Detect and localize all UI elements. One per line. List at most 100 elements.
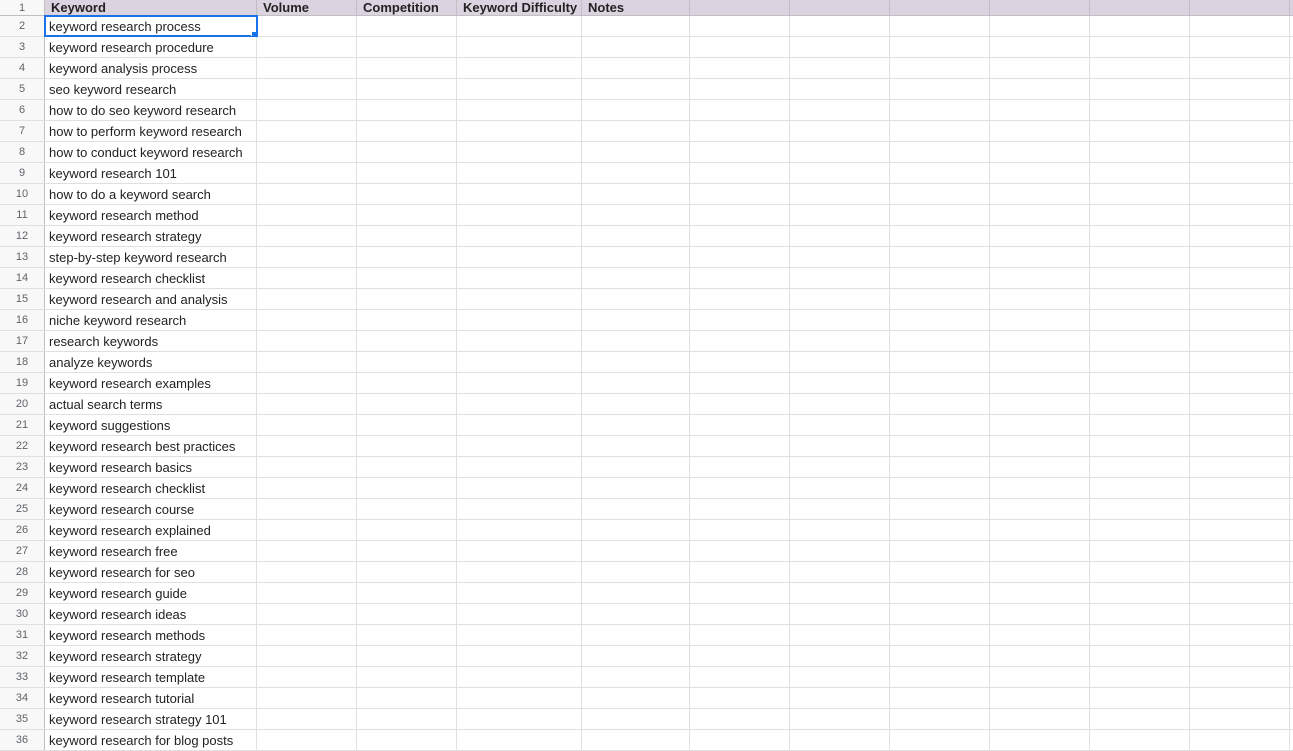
cell-empty[interactable] bbox=[457, 37, 582, 57]
cell-empty[interactable] bbox=[457, 520, 582, 540]
cell-empty[interactable] bbox=[690, 268, 790, 288]
cell-empty[interactable] bbox=[890, 352, 990, 372]
cell-empty[interactable] bbox=[890, 604, 990, 624]
cell-empty[interactable] bbox=[890, 562, 990, 582]
row-number[interactable]: 8 bbox=[0, 142, 45, 162]
cell-empty[interactable] bbox=[690, 205, 790, 225]
cell-empty[interactable] bbox=[1090, 268, 1190, 288]
cell-empty[interactable] bbox=[1090, 373, 1190, 393]
cell-empty[interactable] bbox=[990, 646, 1090, 666]
cell-empty[interactable] bbox=[890, 394, 990, 414]
cell-empty[interactable] bbox=[990, 562, 1090, 582]
cell-empty[interactable] bbox=[890, 184, 990, 204]
cell-empty[interactable] bbox=[990, 457, 1090, 477]
cell-empty[interactable] bbox=[990, 625, 1090, 645]
cell-empty[interactable] bbox=[690, 184, 790, 204]
cell-empty[interactable] bbox=[357, 100, 457, 120]
cell-empty[interactable] bbox=[457, 667, 582, 687]
row-header-1[interactable]: 1 bbox=[0, 0, 45, 15]
cell-empty[interactable] bbox=[890, 100, 990, 120]
cell-empty[interactable] bbox=[257, 142, 357, 162]
cell-empty[interactable] bbox=[1090, 646, 1190, 666]
cell-keyword[interactable]: keyword research tutorial bbox=[45, 688, 257, 708]
cell-empty[interactable] bbox=[890, 121, 990, 141]
row-number[interactable]: 28 bbox=[0, 562, 45, 582]
col-header-empty[interactable] bbox=[690, 0, 790, 15]
cell-empty[interactable] bbox=[890, 58, 990, 78]
cell-empty[interactable] bbox=[890, 415, 990, 435]
cell-empty[interactable] bbox=[1190, 268, 1290, 288]
cell-empty[interactable] bbox=[457, 457, 582, 477]
cell-empty[interactable] bbox=[582, 478, 690, 498]
cell-empty[interactable] bbox=[1090, 499, 1190, 519]
cell-empty[interactable] bbox=[1190, 247, 1290, 267]
cell-keyword[interactable]: keyword research course bbox=[45, 499, 257, 519]
col-header-empty[interactable] bbox=[790, 0, 890, 15]
cell-empty[interactable] bbox=[990, 184, 1090, 204]
cell-keyword[interactable]: how to conduct keyword research bbox=[45, 142, 257, 162]
row-number[interactable]: 25 bbox=[0, 499, 45, 519]
cell-empty[interactable] bbox=[890, 478, 990, 498]
cell-keyword[interactable]: keyword research strategy bbox=[45, 226, 257, 246]
cell-empty[interactable] bbox=[690, 457, 790, 477]
cell-empty[interactable] bbox=[1090, 583, 1190, 603]
row-number[interactable]: 18 bbox=[0, 352, 45, 372]
cell-empty[interactable] bbox=[690, 730, 790, 750]
cell-empty[interactable] bbox=[582, 394, 690, 414]
cell-empty[interactable] bbox=[357, 520, 457, 540]
cell-empty[interactable] bbox=[457, 583, 582, 603]
cell-empty[interactable] bbox=[1090, 100, 1190, 120]
cell-empty[interactable] bbox=[690, 163, 790, 183]
cell-empty[interactable] bbox=[257, 457, 357, 477]
cell-empty[interactable] bbox=[257, 58, 357, 78]
cell-empty[interactable] bbox=[457, 646, 582, 666]
cell-empty[interactable] bbox=[690, 520, 790, 540]
cell-empty[interactable] bbox=[790, 667, 890, 687]
cell-empty[interactable] bbox=[690, 541, 790, 561]
col-header-keyword-difficulty[interactable]: Keyword Difficulty bbox=[457, 0, 582, 15]
cell-empty[interactable] bbox=[257, 79, 357, 99]
cell-empty[interactable] bbox=[457, 205, 582, 225]
cell-empty[interactable] bbox=[582, 184, 690, 204]
cell-empty[interactable] bbox=[582, 331, 690, 351]
col-header-competition[interactable]: Competition bbox=[357, 0, 457, 15]
row-number[interactable]: 33 bbox=[0, 667, 45, 687]
cell-empty[interactable] bbox=[357, 730, 457, 750]
cell-empty[interactable] bbox=[582, 667, 690, 687]
cell-empty[interactable] bbox=[357, 604, 457, 624]
cell-keyword[interactable]: keyword research and analysis bbox=[45, 289, 257, 309]
cell-empty[interactable] bbox=[990, 499, 1090, 519]
cell-empty[interactable] bbox=[990, 478, 1090, 498]
cell-empty[interactable] bbox=[890, 163, 990, 183]
cell-empty[interactable] bbox=[1090, 37, 1190, 57]
cell-empty[interactable] bbox=[790, 268, 890, 288]
cell-empty[interactable] bbox=[457, 541, 582, 561]
cell-empty[interactable] bbox=[457, 688, 582, 708]
cell-empty[interactable] bbox=[1090, 709, 1190, 729]
cell-empty[interactable] bbox=[890, 247, 990, 267]
cell-empty[interactable] bbox=[1190, 58, 1290, 78]
row-number[interactable]: 13 bbox=[0, 247, 45, 267]
cell-empty[interactable] bbox=[357, 562, 457, 582]
cell-empty[interactable] bbox=[257, 289, 357, 309]
cell-empty[interactable] bbox=[457, 415, 582, 435]
cell-empty[interactable] bbox=[690, 226, 790, 246]
cell-empty[interactable] bbox=[890, 730, 990, 750]
cell-empty[interactable] bbox=[690, 499, 790, 519]
cell-empty[interactable] bbox=[990, 226, 1090, 246]
cell-empty[interactable] bbox=[457, 604, 582, 624]
cell-empty[interactable] bbox=[990, 373, 1090, 393]
cell-empty[interactable] bbox=[357, 310, 457, 330]
cell-empty[interactable] bbox=[582, 688, 690, 708]
cell-empty[interactable] bbox=[457, 562, 582, 582]
cell-empty[interactable] bbox=[257, 478, 357, 498]
cell-empty[interactable] bbox=[582, 247, 690, 267]
row-number[interactable]: 22 bbox=[0, 436, 45, 456]
cell-empty[interactable] bbox=[1190, 289, 1290, 309]
cell-empty[interactable] bbox=[690, 646, 790, 666]
cell-empty[interactable] bbox=[690, 100, 790, 120]
cell-empty[interactable] bbox=[790, 247, 890, 267]
cell-empty[interactable] bbox=[790, 478, 890, 498]
cell-empty[interactable] bbox=[990, 58, 1090, 78]
cell-empty[interactable] bbox=[790, 520, 890, 540]
